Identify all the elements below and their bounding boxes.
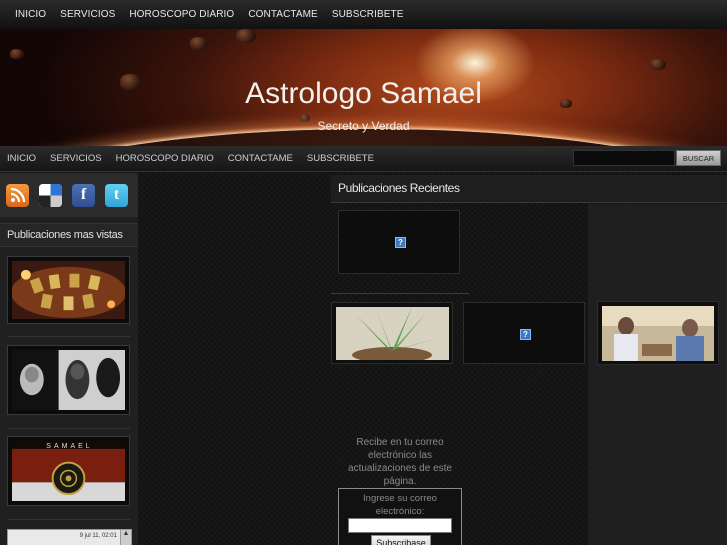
broken-image-icon: ? — [520, 329, 531, 340]
delicious-icon[interactable] — [39, 183, 62, 207]
divider — [7, 428, 130, 429]
popular-post-thumb-tarot[interactable] — [7, 256, 130, 324]
main-nav: INICIO SERVICIOS HOROSCOPO DIARIO CONTAC… — [0, 146, 727, 172]
sad-figures-image — [12, 350, 125, 410]
broken-image-icon: ? — [395, 237, 406, 248]
site-subtitle: Secreto y Verdad — [317, 119, 410, 133]
top-nav-subscribete[interactable]: SUBSCRIBETE — [325, 9, 411, 20]
site-title[interactable]: Astrologo Samael — [0, 77, 727, 111]
facebook-icon[interactable]: f — [72, 183, 95, 207]
nav-contactame[interactable]: CONTACTAME — [221, 153, 300, 164]
email-label: Ingrese su correo electrónico: — [363, 493, 437, 517]
recent-post-3[interactable]: ? — [463, 302, 585, 364]
divider — [7, 519, 130, 520]
search-input[interactable] — [573, 150, 675, 166]
samael-logo-text: SAMAEL — [46, 443, 93, 450]
recent-post-reading[interactable] — [597, 301, 719, 365]
widget-date: 9 jul 11, 02:01 — [79, 533, 117, 539]
nav-servicios[interactable]: SERVICIOS — [43, 153, 109, 164]
subscribe-text: Recibe en tu correo electrónico las actu… — [348, 437, 452, 487]
recent-post-1[interactable]: ? — [338, 210, 460, 274]
top-nav-horoscopo[interactable]: HOROSCOPO DIARIO — [122, 9, 241, 20]
top-nav: INICIO SERVICIOS HOROSCOPO DIARIO CONTAC… — [0, 0, 727, 29]
archive-widget[interactable]: 9 jul 11, 02:01 ▲ — [7, 529, 132, 545]
asteroid-image — [650, 59, 666, 70]
subscribe-form: Ingrese su correo electrónico: Subscriba… — [338, 488, 462, 545]
nav-inicio[interactable]: INICIO — [0, 153, 43, 164]
rss-icon[interactable] — [6, 183, 29, 207]
popular-post-thumb-sadness[interactable] — [7, 345, 130, 415]
twitter-icon[interactable]: t — [105, 183, 128, 207]
popular-post-thumb-samael[interactable]: SAMAEL — [7, 436, 130, 506]
top-nav-inicio[interactable]: INICIO — [8, 9, 53, 20]
tarot-image — [11, 261, 126, 319]
widget-scrollbar[interactable]: ▲ — [120, 530, 131, 545]
divider — [7, 336, 130, 337]
divider — [331, 293, 469, 294]
samael-logo-image — [12, 441, 125, 501]
asteroid-image — [236, 29, 256, 43]
nav-subscribete[interactable]: SUBSCRIBETE — [300, 153, 381, 164]
popular-posts-heading: Publicaciones mas vistas — [0, 223, 138, 247]
header-banner: Astrologo Samael Secreto y Verdad — [0, 29, 727, 146]
recent-post-aloe[interactable] — [331, 302, 453, 364]
email-field[interactable] — [348, 518, 452, 533]
social-icons: f t — [0, 173, 138, 217]
top-nav-contactame[interactable]: CONTACTAME — [241, 9, 325, 20]
page: INICIO SERVICIOS HOROSCOPO DIARIO CONTAC… — [0, 0, 727, 545]
top-nav-servicios[interactable]: SERVICIOS — [53, 9, 122, 20]
consultation-image — [602, 306, 714, 361]
recent-posts-heading: Publicaciones Recientes — [331, 175, 727, 203]
right-column — [588, 204, 727, 545]
sidebar: f t Publicaciones mas vistas SAMAEL 9 ju… — [0, 173, 138, 545]
asteroid-image — [10, 49, 24, 59]
nav-horoscopo[interactable]: HOROSCOPO DIARIO — [109, 153, 221, 164]
asteroid-image — [190, 37, 208, 50]
search-button[interactable]: BUSCAR — [676, 150, 721, 166]
aloe-plant-image — [336, 307, 449, 363]
subscribe-button[interactable]: Subscribase — [371, 535, 431, 545]
search-form: BUSCAR — [573, 150, 721, 166]
